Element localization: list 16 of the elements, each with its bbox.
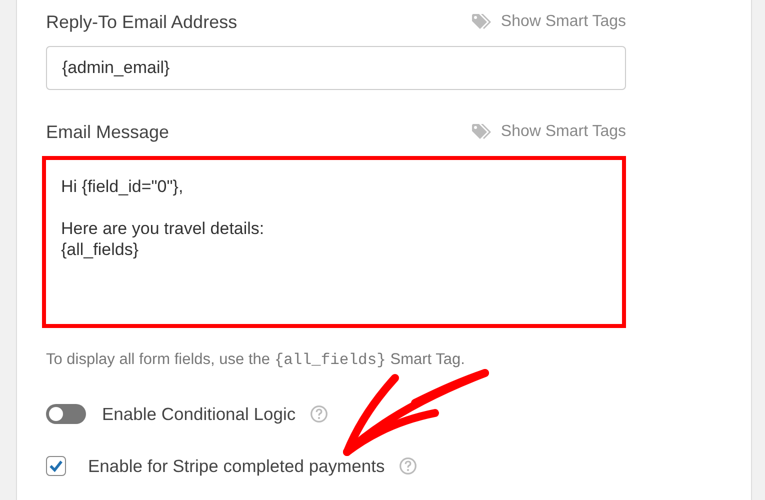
option-label: Enable for Stripe completed payments [88,455,385,477]
message-textarea[interactable]: Hi {field_id="0"}, Here are you travel details: {all_fields} [42,156,626,328]
option-label: Enable Conditional Logic [102,403,296,425]
message-line: {all_fields} [61,239,140,260]
help-text: To display all form fields, use the {all_fields} Smart Tag. [46,350,466,371]
tags-icon [470,123,493,141]
tags-icon [470,13,493,31]
toggle-switch[interactable] [46,404,86,424]
message-line: Here are you travel details: [61,218,266,239]
message-line: Hi {field_id="0"}, [61,176,184,197]
input-field[interactable]: {admin_email} [46,46,626,90]
field-label: Reply-To Email Address [46,12,238,32]
checkbox[interactable] [46,456,66,476]
field-label: Email Message [46,122,170,142]
show-smart-tags-link[interactable]: Show Smart Tags [470,123,626,141]
show-smart-tags-link[interactable]: Show Smart Tags [470,13,626,31]
